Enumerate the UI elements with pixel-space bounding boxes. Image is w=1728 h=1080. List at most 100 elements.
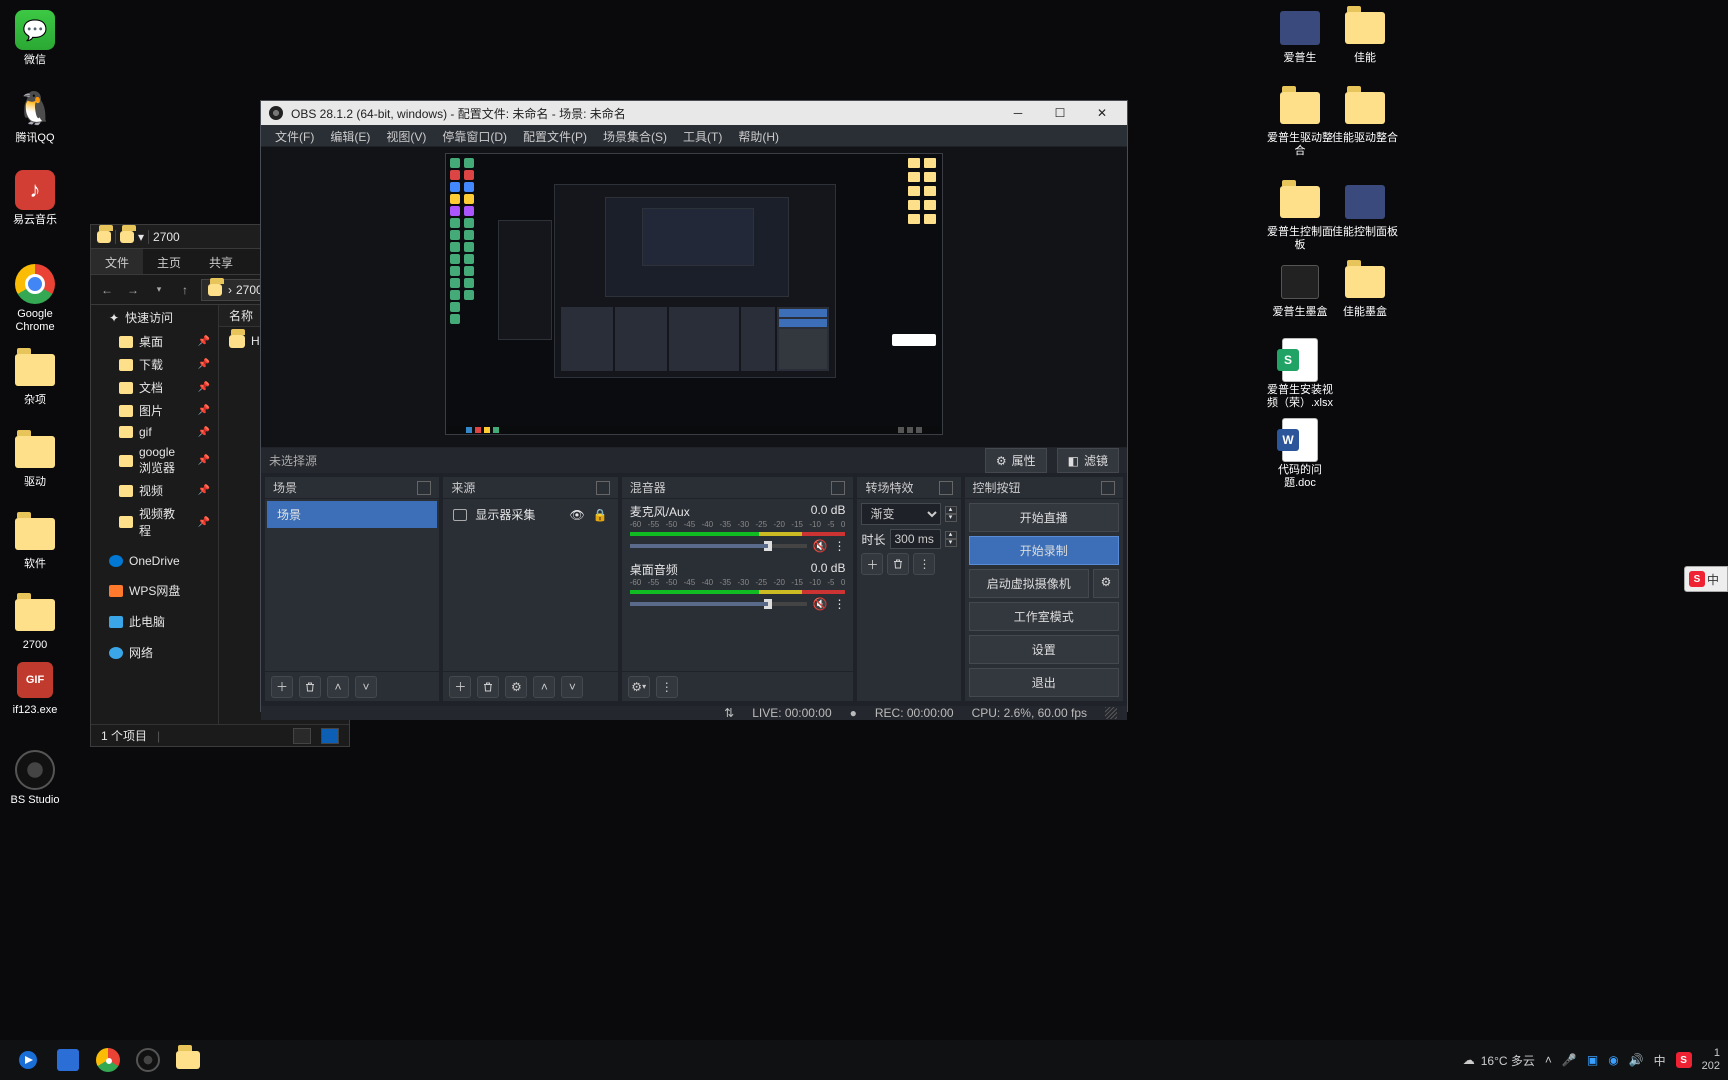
close-button[interactable]: ✕: [1085, 101, 1119, 125]
onedrive[interactable]: OneDrive: [91, 550, 218, 572]
popout-icon[interactable]: [1101, 481, 1115, 495]
desktop-icon[interactable]: 爱普生安装视频（荣）.xlsx: [1265, 340, 1335, 410]
menu-item[interactable]: 文件(F): [267, 125, 322, 146]
mixer-settings-button[interactable]: ⚙▾: [628, 676, 650, 698]
tab-home[interactable]: 主页: [143, 249, 195, 274]
move-down-button[interactable]: ˅: [561, 676, 583, 698]
obs-titlebar[interactable]: OBS 28.1.2 (64-bit, windows) - 配置文件: 未命名…: [261, 101, 1127, 125]
taskbar-obs[interactable]: [128, 1040, 168, 1080]
popout-icon[interactable]: [939, 481, 953, 495]
vcam-settings-button[interactable]: ⚙: [1093, 569, 1119, 598]
taskbar-chrome[interactable]: [88, 1040, 128, 1080]
tray-icon[interactable]: ◉: [1608, 1053, 1618, 1067]
sidebar-item[interactable]: gif📌: [91, 422, 218, 442]
desktop-icon[interactable]: ♪易云音乐: [0, 170, 70, 227]
sogou-tray-icon[interactable]: S: [1676, 1052, 1692, 1068]
scene-item[interactable]: 场景: [267, 501, 437, 528]
mute-button[interactable]: 🔇: [813, 539, 828, 553]
spin-up[interactable]: ▴: [945, 531, 957, 539]
start-stream-button[interactable]: 开始直播: [969, 503, 1120, 532]
resize-grip[interactable]: [1105, 707, 1117, 719]
popout-icon[interactable]: [596, 481, 610, 495]
exit-button[interactable]: 退出: [969, 668, 1120, 697]
desktop-icon[interactable]: 爱普生驱动整合: [1265, 88, 1335, 158]
obs-window[interactable]: OBS 28.1.2 (64-bit, windows) - 配置文件: 未命名…: [260, 100, 1128, 712]
lock-icon[interactable]: 🔒: [593, 508, 608, 522]
obs-preview[interactable]: [261, 147, 1127, 447]
maximize-button[interactable]: ☐: [1043, 101, 1077, 125]
settings-button[interactable]: 设置: [969, 635, 1120, 664]
remove-source-button[interactable]: [477, 676, 499, 698]
desktop-icon[interactable]: 佳能: [1330, 8, 1400, 65]
quick-access[interactable]: ✦ 快速访问: [91, 305, 218, 330]
clock[interactable]: 1 202: [1702, 1047, 1720, 1073]
start-vcam-button[interactable]: 启动虚拟摄像机: [969, 569, 1090, 598]
move-up-button[interactable]: ˄: [533, 676, 555, 698]
filters-button[interactable]: ◧滤镜: [1057, 448, 1119, 473]
desktop-icon[interactable]: 软件: [0, 514, 70, 571]
source-item[interactable]: 显示器采集 👁 🔒: [445, 501, 615, 528]
desktop-icon[interactable]: 驱动: [0, 432, 70, 489]
forward-button[interactable]: →: [123, 280, 143, 300]
visibility-icon[interactable]: 👁: [570, 508, 585, 522]
menu-item[interactable]: 场景集合(S): [595, 125, 675, 146]
recent-button[interactable]: ▾: [149, 280, 169, 300]
desktop-icon[interactable]: 爱普生控制面板: [1265, 182, 1335, 252]
weather-widget[interactable]: ☁ 16°C 多云: [1463, 1052, 1535, 1069]
desktop-icon[interactable]: 佳能墨盒: [1330, 262, 1400, 319]
start-record-button[interactable]: 开始录制: [969, 536, 1120, 565]
transition-select[interactable]: 渐变: [861, 503, 940, 525]
taskbar-explorer[interactable]: [168, 1040, 208, 1080]
popout-icon[interactable]: [417, 481, 431, 495]
desktop-icon[interactable]: 微信: [0, 10, 70, 67]
channel-menu-button[interactable]: ⋮: [833, 539, 845, 553]
sidebar-item[interactable]: 文档📌: [91, 376, 218, 399]
sidebar-item[interactable]: 视频教程📌: [91, 502, 218, 542]
duration-input[interactable]: [890, 529, 941, 549]
wps-drive[interactable]: WPS网盘: [91, 578, 218, 603]
taskbar-app[interactable]: [48, 1040, 88, 1080]
desktop-icon[interactable]: Google Chrome: [0, 264, 70, 334]
move-up-button[interactable]: ˄: [327, 676, 349, 698]
mixer-menu-button[interactable]: ⋮: [656, 676, 678, 698]
desktop-icon[interactable]: BS Studio: [0, 750, 70, 807]
add-transition-button[interactable]: ＋: [861, 553, 883, 575]
volume-icon[interactable]: 🔊: [1629, 1053, 1644, 1067]
sidebar-item[interactable]: 图片📌: [91, 399, 218, 422]
desktop-icon[interactable]: 2700: [0, 595, 70, 652]
desktop-icon[interactable]: 杂项: [0, 350, 70, 407]
properties-button[interactable]: ⚙属性: [985, 448, 1047, 473]
source-settings-button[interactable]: ⚙: [505, 676, 527, 698]
menu-item[interactable]: 编辑(E): [322, 125, 378, 146]
transition-menu-button[interactable]: ⋮: [913, 553, 935, 575]
channel-menu-button[interactable]: ⋮: [833, 597, 845, 611]
tray-chevron-icon[interactable]: ˄: [1545, 1053, 1552, 1067]
spin-down[interactable]: ▾: [945, 539, 957, 547]
remove-scene-button[interactable]: [299, 676, 321, 698]
sidebar-item[interactable]: 桌面📌: [91, 330, 218, 353]
desktop-icon[interactable]: 爱普生墨盒: [1265, 262, 1335, 319]
network[interactable]: 网络: [91, 640, 218, 665]
desktop-icon[interactable]: 代码的问题.doc: [1265, 420, 1335, 490]
mute-button[interactable]: 🔇: [813, 597, 828, 611]
back-button[interactable]: ←: [97, 280, 117, 300]
sidebar-item[interactable]: 下载📌: [91, 353, 218, 376]
this-pc[interactable]: 此电脑: [91, 609, 218, 634]
popout-icon[interactable]: [831, 481, 845, 495]
spin-down[interactable]: ▾: [945, 514, 957, 522]
move-down-button[interactable]: ˅: [355, 676, 377, 698]
add-source-button[interactable]: ＋: [449, 676, 471, 698]
desktop-icon[interactable]: 佳能控制面板: [1330, 182, 1400, 239]
remove-transition-button[interactable]: [887, 553, 909, 575]
desktop-icon[interactable]: 爱普生: [1265, 8, 1335, 65]
view-icons-button[interactable]: [321, 728, 339, 744]
ime-indicator[interactable]: 中: [1654, 1052, 1666, 1069]
start-button[interactable]: [8, 1040, 48, 1080]
tray-icon[interactable]: ▣: [1587, 1053, 1598, 1067]
tab-share[interactable]: 共享: [195, 249, 247, 274]
desktop-icon[interactable]: GIFif123.exe: [0, 660, 70, 717]
menu-item[interactable]: 配置文件(P): [515, 125, 595, 146]
view-details-button[interactable]: [293, 728, 311, 744]
menu-item[interactable]: 视图(V): [378, 125, 434, 146]
desktop-icon[interactable]: 腾讯QQ: [0, 88, 70, 145]
